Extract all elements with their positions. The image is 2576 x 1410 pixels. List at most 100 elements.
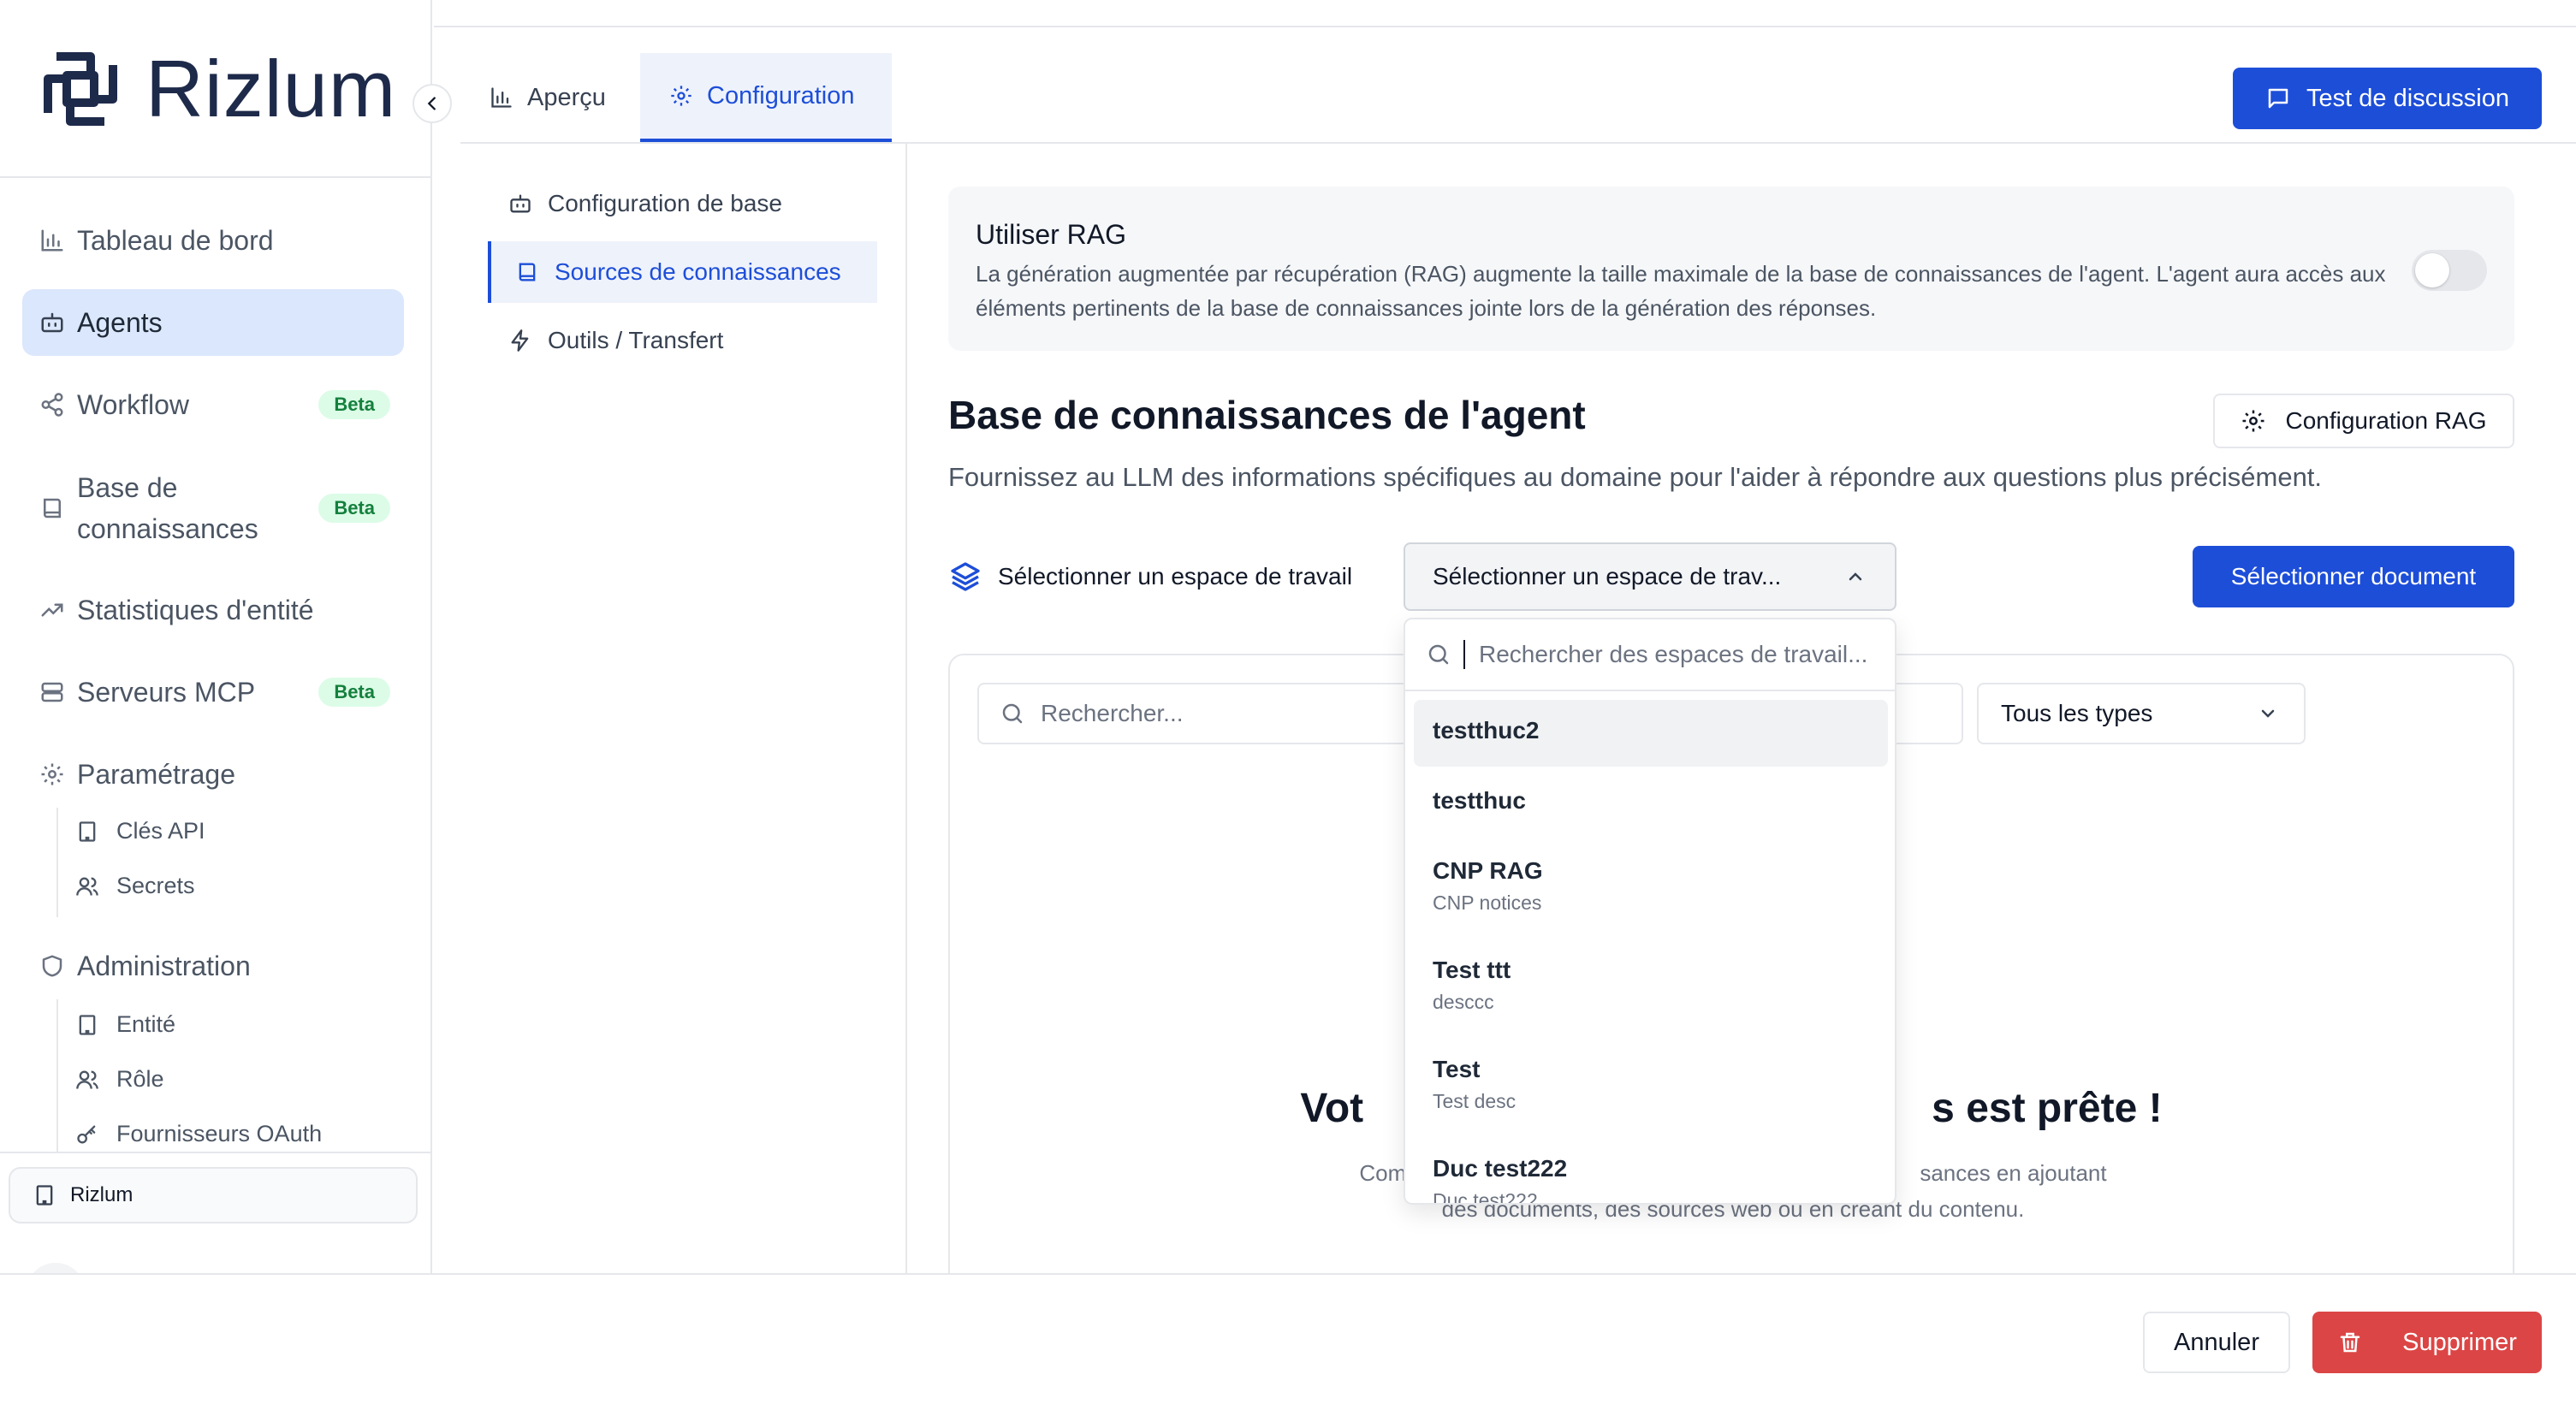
bot-icon [22,310,77,335]
workspace-option-name: CNP RAG [1433,857,1543,884]
document-type-select[interactable]: Tous les types [1977,683,2306,744]
bar-chart-icon [22,228,77,253]
workspace-select[interactable]: Sélectionner un espace de trav... [1404,542,1896,611]
config-menu-tools-transfer[interactable]: Outils / Transfert [488,310,877,371]
sidebar-subitem-label: Clés API [116,818,205,844]
sidebar-divider [0,176,430,178]
brand-logo[interactable]: Rizlum [38,44,397,133]
text-caret [1463,640,1465,669]
tab-label: Configuration [707,81,855,110]
user-avatar[interactable] [26,1263,86,1273]
users-icon [75,874,99,898]
sidebar-subitem-label: Fournisseurs OAuth [116,1121,323,1146]
gear-icon [669,84,693,108]
knowledge-base-description: Fournissez au LLM des informations spéci… [948,462,2323,492]
building-icon [75,1013,99,1037]
sidebar-item-settings[interactable]: Paramétrage [22,753,404,796]
beta-badge: Beta [318,390,390,419]
rag-toggle[interactable] [2412,250,2487,291]
trash-icon [2337,1330,2363,1355]
workspace-option-description: Duc test222 [1433,1189,1538,1205]
rag-configuration-label: Configuration RAG [2285,407,2487,434]
building-icon [33,1183,56,1207]
sidebar-item-dashboard[interactable]: Tableau de bord [22,219,404,262]
sidebar-subitem-oauth-providers[interactable]: Fournisseurs OAuth [75,1121,322,1147]
share-nodes-icon [22,392,77,418]
users-icon [75,1068,99,1092]
rag-description: La génération augmentée par récupération… [976,261,2386,321]
sidebar-item-label: Statistiques d'entité [77,595,314,625]
config-menu-label: Configuration de base [548,190,782,216]
zap-icon [508,329,532,352]
config-menu-label: Outils / Transfert [548,327,724,353]
tabs-divider [460,142,2576,144]
search-icon [1426,642,1451,667]
chevron-left-icon [423,94,442,113]
rag-card: Utiliser RAG La génération augmentée par… [948,187,2514,351]
bar-chart-icon [490,86,513,110]
rag-configuration-button[interactable]: Configuration RAG [2213,394,2514,448]
config-menu-base[interactable]: Configuration de base [488,173,877,234]
sidebar-subitem-secrets[interactable]: Secrets [75,873,195,899]
gear-icon [22,761,77,787]
workspace-option[interactable]: testthuc2 [1414,700,1888,767]
workspace-option[interactable]: CNP RAG CNP notices [1414,840,1888,934]
config-menu-divider [905,144,907,1273]
workspace-label-group: Sélectionner un espace de travail [948,560,1352,594]
workspace-option[interactable]: Duc test222 Duc test222 [1414,1138,1888,1205]
workspace-option-name: Test ttt [1433,957,1511,983]
workspace-option-name: Duc test222 [1433,1155,1568,1182]
sidebar-footer-divider [0,1152,430,1153]
workspace-option-description: CNP notices [1433,892,1542,914]
message-square-icon [2265,86,2291,111]
tab-configuration[interactable]: Configuration [640,53,892,142]
workspace-option-description: desccc [1433,991,1494,1013]
sidebar-item-workflow[interactable]: Workflow Beta [22,383,404,426]
beta-badge: Beta [318,494,390,523]
sidebar-subitem-entity[interactable]: Entité [75,1011,175,1038]
workspace-option[interactable]: Test Test desc [1414,1039,1888,1133]
workspace-option[interactable]: Test ttt desccc [1414,939,1888,1034]
empty-desc-line1-left: Com [1359,1160,1407,1186]
sidebar-item-mcp-servers[interactable]: Serveurs MCP Beta [22,671,404,714]
config-menu-knowledge-sources[interactable]: Sources de connaissances [488,241,877,303]
top-divider [434,26,2576,27]
sidebar-item-label: Agents [77,307,163,338]
sidebar-subitem-role[interactable]: Rôle [75,1066,164,1093]
document-search-placeholder: Rechercher... [1041,700,1184,726]
workspace-dropdown: Rechercher des espaces de travail... tes… [1404,618,1896,1205]
sidebar-subitem-label: Secrets [116,873,195,898]
shield-icon [22,953,77,979]
empty-title-right: s est prête ! [1932,1086,2163,1131]
delete-button[interactable]: Supprimer [2312,1312,2542,1373]
sidebar-item-entity-stats[interactable]: Statistiques d'entité [22,589,404,631]
collapse-sidebar-button[interactable] [413,84,452,123]
sidebar-item-knowledge-base[interactable]: Base de connaissances Beta [22,465,404,551]
test-discussion-button[interactable]: Test de discussion [2233,68,2542,129]
config-menu-label: Sources de connaissances [555,258,841,285]
sidebar-item-label: Administration [77,951,251,981]
workspace-option-name: testthuc2 [1433,717,1540,744]
chevron-down-icon [2258,703,2278,724]
workspace-search-placeholder: Rechercher des espaces de travail... [1479,641,1868,667]
brand-name: Rizlum [145,44,397,133]
sidebar-item-agents[interactable]: Agents [22,289,404,356]
server-icon [22,679,77,705]
workspace-option-name: testthuc [1433,787,1526,814]
sidebar-subitem-api-keys[interactable]: Clés API [75,818,205,844]
bot-icon [508,192,532,216]
submenu-line [56,808,58,917]
select-document-button[interactable]: Sélectionner document [2193,546,2514,607]
workspace-option-description: Test desc [1433,1090,1517,1112]
sidebar-subitem-label: Rôle [116,1066,164,1092]
organization-switcher[interactable]: Rizlum [9,1167,418,1223]
sidebar-item-administration[interactable]: Administration [22,945,404,987]
sidebar-item-label: Workflow [77,389,189,420]
workspace-option[interactable]: testthuc [1414,770,1888,837]
tab-overview[interactable]: Aperçu [460,53,640,142]
gear-icon [2241,408,2266,434]
workspace-search-input[interactable]: Rechercher des espaces de travail... [1405,619,1895,691]
sidebar: Rizlum Tableau de bord Agents Workflow B… [0,0,432,1273]
chevron-up-icon [1845,566,1866,587]
cancel-button[interactable]: Annuler [2143,1312,2290,1373]
